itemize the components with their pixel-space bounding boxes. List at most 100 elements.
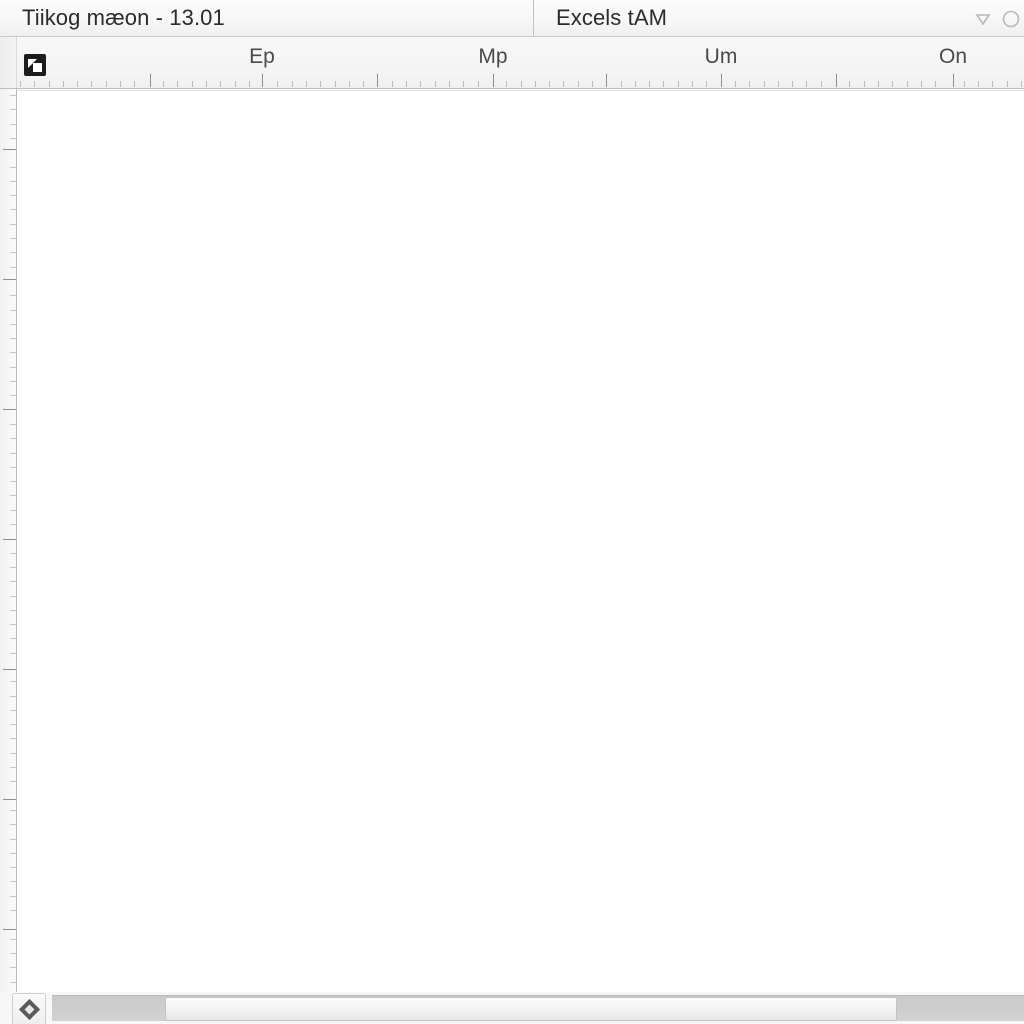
ruler-tick-minor xyxy=(449,81,450,87)
ruler-tick-minor xyxy=(292,81,293,87)
ruler-tick-minor xyxy=(363,81,364,87)
ruler-tick-major xyxy=(953,74,954,87)
ruler-tick-minor xyxy=(506,81,507,87)
ruler-tick-minor xyxy=(10,881,16,882)
ruler-tick-minor xyxy=(821,81,822,87)
ruler-tick-minor xyxy=(406,81,407,87)
document-page[interactable] xyxy=(18,91,1024,992)
ruler-tick-minor xyxy=(10,896,16,897)
ruler-tick-minor xyxy=(335,81,336,87)
ruler-tick-minor xyxy=(992,81,993,87)
ruler-tick-major xyxy=(606,74,607,87)
ruler-tick-minor xyxy=(10,267,16,268)
ruler-tick-minor xyxy=(635,81,636,87)
ruler-tick-major xyxy=(493,74,494,87)
ruler-tick-major xyxy=(377,74,378,87)
ruler-tick-minor xyxy=(134,81,135,87)
ruler-tick-minor xyxy=(10,381,16,382)
ruler-tick-minor xyxy=(735,81,736,87)
ruler-tick-minor xyxy=(749,81,750,87)
ruler-tick-minor xyxy=(10,252,16,253)
ruler-tick-minor xyxy=(320,81,321,87)
ruler-tick-minor xyxy=(10,939,16,940)
ruler-tick-minor xyxy=(392,81,393,87)
ruler-tick-minor xyxy=(878,81,879,87)
tab-bar-controls xyxy=(972,0,1024,37)
ruler-tick-minor xyxy=(249,81,250,87)
ruler-tick-minor xyxy=(563,81,564,87)
ruler-tick-minor xyxy=(663,81,664,87)
document-canvas[interactable] xyxy=(18,90,1024,992)
ruler-tick-minor xyxy=(935,81,936,87)
horizontal-ruler-label: Um xyxy=(704,45,738,68)
ruler-tick-minor xyxy=(578,81,579,87)
ruler-tick-major xyxy=(150,74,151,87)
ruler-tick-minor xyxy=(10,681,16,682)
ruler-tick-minor xyxy=(106,81,107,87)
ruler-tick-minor xyxy=(10,824,16,825)
ruler-tick-minor xyxy=(10,367,16,368)
ruler-tick-minor xyxy=(10,524,16,525)
circle-icon[interactable] xyxy=(1000,8,1022,30)
ruler-tick-minor xyxy=(10,553,16,554)
application-window: Tiikog mæon - 13.01 Excels tAM Ep Mp Um On xyxy=(0,0,1024,1024)
ruler-tick-minor xyxy=(10,395,16,396)
ruler-tick-minor xyxy=(10,109,16,110)
horizontal-scrollbar-thumb[interactable] xyxy=(165,997,897,1021)
ruler-tick-minor xyxy=(921,81,922,87)
ruler-tick-minor xyxy=(10,195,16,196)
ruler-tick-minor xyxy=(806,81,807,87)
ruler-tick-minor xyxy=(306,81,307,87)
ruler-tick-minor xyxy=(849,81,850,87)
ruler-tick-minor xyxy=(10,438,16,439)
horizontal-scrollbar[interactable] xyxy=(52,995,1024,1021)
ruler-tick-minor xyxy=(864,81,865,87)
ruler-tick-minor xyxy=(10,982,16,983)
ruler-tick-minor xyxy=(435,81,436,87)
tab-document-2-label: Excels tAM xyxy=(556,5,668,30)
ruler-tick-major xyxy=(3,279,16,280)
ruler-tick-minor xyxy=(10,567,16,568)
ruler-tick-major xyxy=(3,539,16,540)
ruler-tick-minor xyxy=(521,81,522,87)
ruler-tick-major xyxy=(3,799,16,800)
ruler-tick-minor xyxy=(10,495,16,496)
ruler-tick-minor xyxy=(478,81,479,87)
ruler-tick-minor xyxy=(10,467,16,468)
ruler-tick-minor xyxy=(10,767,16,768)
ruler-tick-minor xyxy=(10,638,16,639)
ruler-tick-minor xyxy=(892,81,893,87)
horizontal-ruler-label: On xyxy=(938,45,968,68)
vertical-ruler[interactable] xyxy=(0,89,17,992)
select-browse-object-button[interactable] xyxy=(12,993,46,1024)
ruler-tick-minor xyxy=(678,81,679,87)
ruler-tick-minor xyxy=(63,81,64,87)
ruler-tick-minor xyxy=(10,953,16,954)
ruler-tick-minor xyxy=(1021,81,1022,87)
ruler-tick-minor xyxy=(10,724,16,725)
ruler-tick-minor xyxy=(235,81,236,87)
ruler-tick-minor xyxy=(10,967,16,968)
ruler-tick-minor xyxy=(10,352,16,353)
ruler-tick-minor xyxy=(10,324,16,325)
ruler-tick-minor xyxy=(91,81,92,87)
ruler-tick-minor xyxy=(192,81,193,87)
ruler-tick-minor xyxy=(10,224,16,225)
ruler-tick-minor xyxy=(34,81,35,87)
ruler-tick-minor xyxy=(20,81,21,87)
ruler-tick-minor xyxy=(220,81,221,87)
chevron-down-icon[interactable] xyxy=(972,8,994,30)
ruler-tick-minor xyxy=(10,910,16,911)
ruler-tick-minor xyxy=(10,510,16,511)
ruler-tick-minor xyxy=(10,453,16,454)
ruler-tick-minor xyxy=(692,81,693,87)
horizontal-ruler[interactable]: Ep Mp Um On xyxy=(0,37,1024,89)
tab-stop-selector-icon[interactable] xyxy=(24,54,46,76)
ruler-tick-major xyxy=(3,929,16,930)
ruler-tick-minor xyxy=(10,167,16,168)
ruler-tick-minor xyxy=(277,81,278,87)
ruler-tick-minor xyxy=(778,81,779,87)
tab-document-2[interactable]: Excels tAM xyxy=(533,0,1024,36)
tab-document-1[interactable]: Tiikog mæon - 13.01 xyxy=(0,0,533,36)
ruler-tick-major xyxy=(262,74,263,87)
